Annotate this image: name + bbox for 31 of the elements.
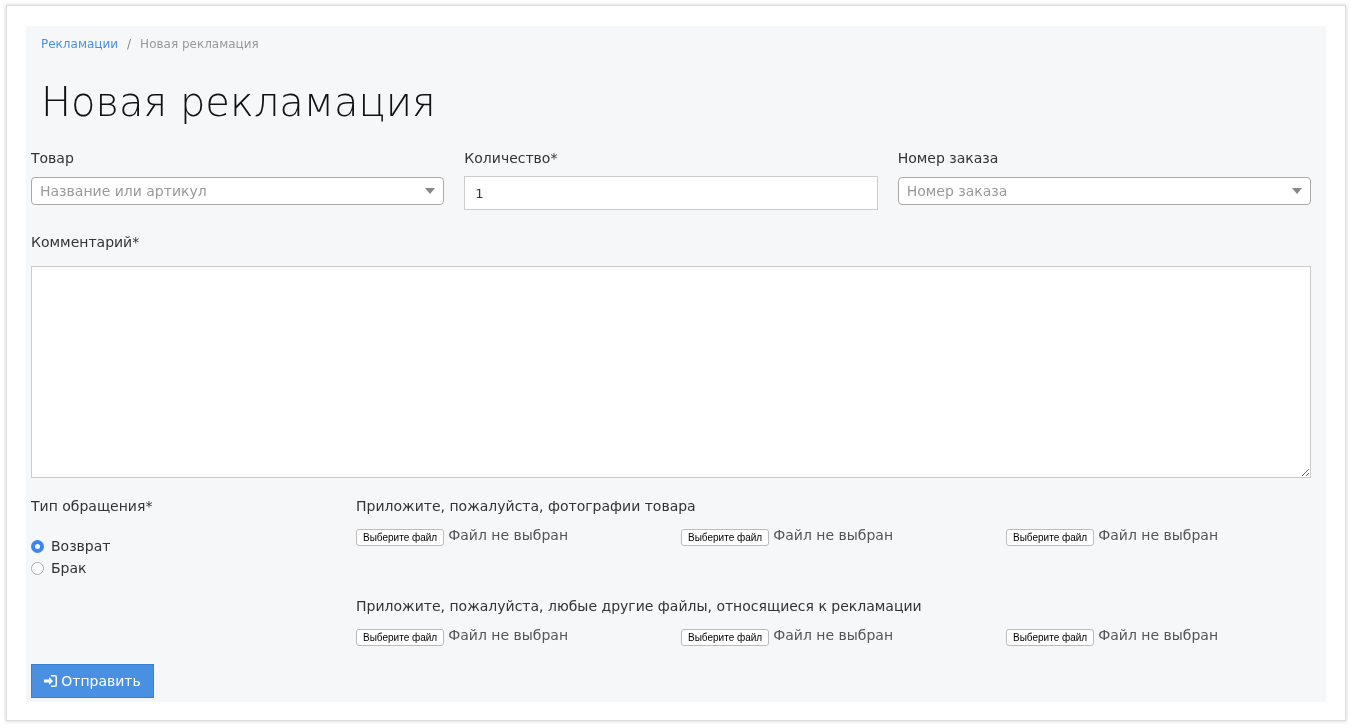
breadcrumb-separator: / [127,37,132,51]
choose-file-button[interactable]: Выберите файл [681,629,770,646]
field-label: Тип обращения* [31,498,154,516]
field-label: Количество* [464,150,559,168]
sign-in-icon [44,675,58,687]
caret-icon [1292,188,1302,194]
radio-button[interactable] [31,539,44,553]
radio-button[interactable] [31,561,44,575]
radio-option[interactable]: Брак [31,560,356,576]
attachment-label: Приложите, пожалуйста, любые другие файлы, относящиеся к рекламации [356,598,923,616]
radio-option[interactable]: Возврат [31,538,356,554]
file-status: Файл не выбран [773,527,894,543]
choose-file-button[interactable]: Выберите файл [356,529,445,546]
field-label: Комментарий* [31,234,141,252]
field-label: Номер заказа [897,150,1000,168]
choose-file-button[interactable]: Выберите файл [356,629,445,646]
comment-field[interactable] [31,266,1311,478]
caret-icon [425,188,436,194]
file-status: Файл не выбран [448,627,569,643]
input-field[interactable]: 1 [464,176,878,210]
field-label: Товар [31,150,75,168]
attachment-label: Приложите, пожалуйста, фотографии товара [356,498,697,516]
page-title: Новая рекламация [41,78,437,126]
file-status: Файл не выбран [1098,627,1219,643]
file-status: Файл не выбран [448,527,569,543]
choose-file-button[interactable]: Выберите файл [1006,529,1095,546]
choose-file-button[interactable]: Выберите файл [1006,629,1095,646]
file-status: Файл не выбран [1098,527,1219,543]
breadcrumb-current: Новая рекламация [140,37,259,51]
choose-file-button[interactable]: Выберите файл [681,529,770,546]
file-status: Файл не выбран [773,627,894,643]
